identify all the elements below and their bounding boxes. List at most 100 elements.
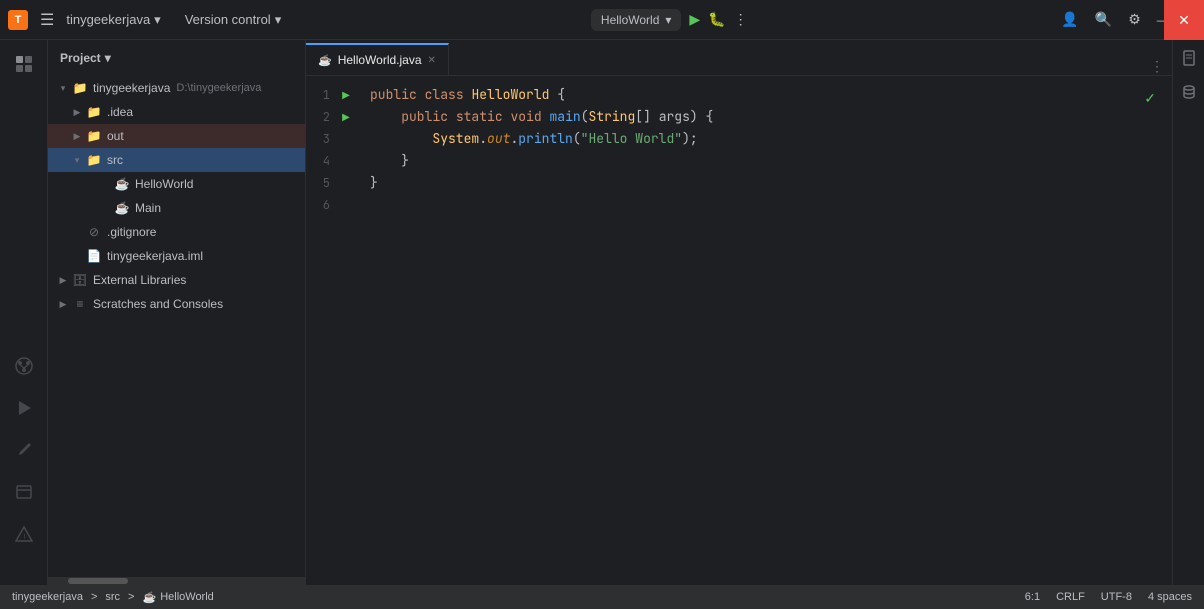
root-expand-arrow[interactable]: ▾ <box>56 81 70 95</box>
app-icon: T <box>8 10 28 30</box>
main-layout: ! Project ▾ ▾ 📁 tinygeekerjava D:\tinyge… <box>0 40 1204 585</box>
right-sidebar <box>1172 40 1204 585</box>
src-expand-arrow[interactable]: ▾ <box>70 153 84 167</box>
breadcrumb-sep-2: > <box>128 591 134 603</box>
breadcrumb-class-label: HelloWorld <box>160 591 214 603</box>
idea-folder-icon: 📁 <box>86 104 102 120</box>
iml-placeholder <box>70 249 84 263</box>
git-icon[interactable] <box>4 346 44 386</box>
tree-root-item[interactable]: ▾ 📁 tinygeekerjava D:\tinygeekerjava <box>48 76 305 100</box>
version-control-btn[interactable]: Version control ▾ <box>185 12 282 28</box>
gitignore-placeholder <box>70 225 84 239</box>
run-button[interactable]: ▶ <box>689 11 700 28</box>
src-label: src <box>107 153 123 167</box>
indent-setting[interactable]: 4 spaces <box>1148 591 1192 603</box>
code-editor[interactable]: 1 ▶ 2 ▶ 3 4 5 <box>306 76 1172 585</box>
title-bar: T ☰ tinygeekerjava ▾ Version control ▾ H… <box>0 0 1204 40</box>
settings-icon[interactable]: ⚙ <box>1124 7 1145 32</box>
preview-icon[interactable] <box>4 472 44 512</box>
extlibs-icon: 🗄 <box>72 272 88 288</box>
project-view-icon[interactable] <box>4 44 44 84</box>
tree-extlibs-item[interactable]: ▶ 🗄 External Libraries <box>48 268 305 292</box>
tree-idea-item[interactable]: ▶ 📁 .idea <box>48 100 305 124</box>
breadcrumb-class[interactable]: ☕ HelloWorld <box>142 591 213 604</box>
line-num-5: 5 <box>306 175 338 191</box>
database-icon[interactable] <box>1175 78 1203 106</box>
code-line-4: } <box>358 150 1172 172</box>
main-label: Main <box>135 201 161 215</box>
run-config-arrow: ▾ <box>665 13 671 27</box>
idea-expand-arrow[interactable]: ▶ <box>70 105 84 119</box>
more-actions-button[interactable]: ⋮ <box>734 11 748 28</box>
out-label: out <box>107 129 124 143</box>
status-right: 6:1 CRLF UTF-8 4 spaces <box>1025 591 1192 603</box>
search-icon[interactable]: 🔍 <box>1091 7 1116 32</box>
tree-out-item[interactable]: ▶ 📁 out <box>48 124 305 148</box>
line-num-3: 3 <box>306 131 338 147</box>
tab-more-btn[interactable]: ⋮ <box>1142 58 1172 75</box>
helloworld-label: HelloWorld <box>135 177 193 191</box>
hw-expand-placeholder <box>98 177 112 191</box>
editor-area: ☕ HelloWorld.java ✕ ⋮ 1 ▶ 2 ▶ 3 <box>306 40 1172 585</box>
line-num-1: 1 <box>306 87 338 103</box>
line-ending[interactable]: CRLF <box>1056 591 1085 603</box>
hamburger-menu[interactable]: ☰ <box>36 6 58 34</box>
tree-src-item[interactable]: ▾ 📁 src <box>48 148 305 172</box>
project-name-label: tinygeekerjava <box>66 12 150 27</box>
project-dropdown-arrow[interactable]: ▾ <box>105 51 111 65</box>
tree-helloworld-item[interactable]: ☕ HelloWorld <box>48 172 305 196</box>
root-path-label: D:\tinygeekerjava <box>176 82 261 94</box>
tree-iml-item[interactable]: 📄 tinygeekerjava.iml <box>48 244 305 268</box>
tree-gitignore-item[interactable]: ⊘ .gitignore <box>48 220 305 244</box>
debug-button[interactable]: 🐛 <box>708 11 725 28</box>
line-num-4: 4 <box>306 153 338 169</box>
version-control-label: Version control <box>185 12 271 27</box>
editor-tabs: ☕ HelloWorld.java ✕ ⋮ <box>306 40 1172 76</box>
iml-label: tinygeekerjava.iml <box>107 249 203 263</box>
gutter-run-2[interactable]: ▶ <box>338 112 354 123</box>
idea-label: .idea <box>107 105 133 119</box>
status-bar: tinygeekerjava > src > ☕ HelloWorld 6:1 … <box>0 585 1204 609</box>
close-button[interactable]: ✕ <box>1164 0 1204 40</box>
project-tree: ▾ 📁 tinygeekerjava D:\tinygeekerjava ▶ 📁… <box>48 76 305 577</box>
breadcrumb-project[interactable]: tinygeekerjava <box>12 591 83 603</box>
tree-main-item[interactable]: ☕ Main <box>48 196 305 220</box>
gutter-run-1[interactable]: ▶ <box>338 90 354 101</box>
iml-file-icon: 📄 <box>86 248 102 264</box>
code-content[interactable]: public class HelloWorld { public static … <box>358 76 1172 585</box>
build-icon[interactable] <box>4 430 44 470</box>
gitignore-icon: ⊘ <box>86 224 102 240</box>
code-line-6 <box>358 194 1172 216</box>
extlibs-expand-arrow[interactable]: ▶ <box>56 273 70 287</box>
breadcrumb-sep-1: > <box>91 591 97 603</box>
main-expand-placeholder <box>98 201 112 215</box>
breadcrumb-src[interactable]: src <box>105 591 120 603</box>
bookmarks-icon[interactable] <box>1175 44 1203 72</box>
scratches-expand-arrow[interactable]: ▶ <box>56 297 70 311</box>
tab-helloworld[interactable]: ☕ HelloWorld.java ✕ <box>306 43 449 75</box>
play-icon[interactable] <box>4 388 44 428</box>
cursor-position[interactable]: 6:1 <box>1025 591 1040 603</box>
tab-filename: HelloWorld.java <box>338 53 422 67</box>
project-name-btn[interactable]: tinygeekerjava ▾ <box>66 12 160 28</box>
tab-close-btn[interactable]: ✕ <box>428 55 436 66</box>
title-bar-center: HelloWorld ▾ ▶ 🐛 ⋮ <box>281 9 1057 31</box>
editor-checkmark: ✓ <box>1144 90 1156 107</box>
project-name-arrow: ▾ <box>154 12 161 28</box>
out-expand-arrow[interactable]: ▶ <box>70 129 84 143</box>
collab-icon[interactable]: 👤 <box>1057 7 1082 32</box>
warning-icon[interactable]: ! <box>4 514 44 554</box>
encoding[interactable]: UTF-8 <box>1101 591 1132 603</box>
tree-scratches-item[interactable]: ▶ ≡ Scratches and Consoles <box>48 292 305 316</box>
panel-scrollbar-thumb[interactable] <box>68 578 128 584</box>
main-java-icon: ☕ <box>114 200 130 216</box>
project-panel: Project ▾ ▾ 📁 tinygeekerjava D:\tinygeek… <box>48 40 306 585</box>
panel-scrollbar[interactable] <box>48 577 305 585</box>
title-bar-right: 👤 🔍 ⚙ — □ ✕ <box>1057 7 1196 32</box>
run-config[interactable]: HelloWorld ▾ <box>591 9 682 31</box>
code-line-1: public class HelloWorld { <box>358 84 1172 106</box>
root-folder-icon: 📁 <box>72 80 88 96</box>
code-line-3: System.out.println("Hello World"); <box>358 128 1172 150</box>
status-left: tinygeekerjava > src > ☕ HelloWorld <box>12 591 214 604</box>
tab-java-icon: ☕ <box>318 54 332 67</box>
